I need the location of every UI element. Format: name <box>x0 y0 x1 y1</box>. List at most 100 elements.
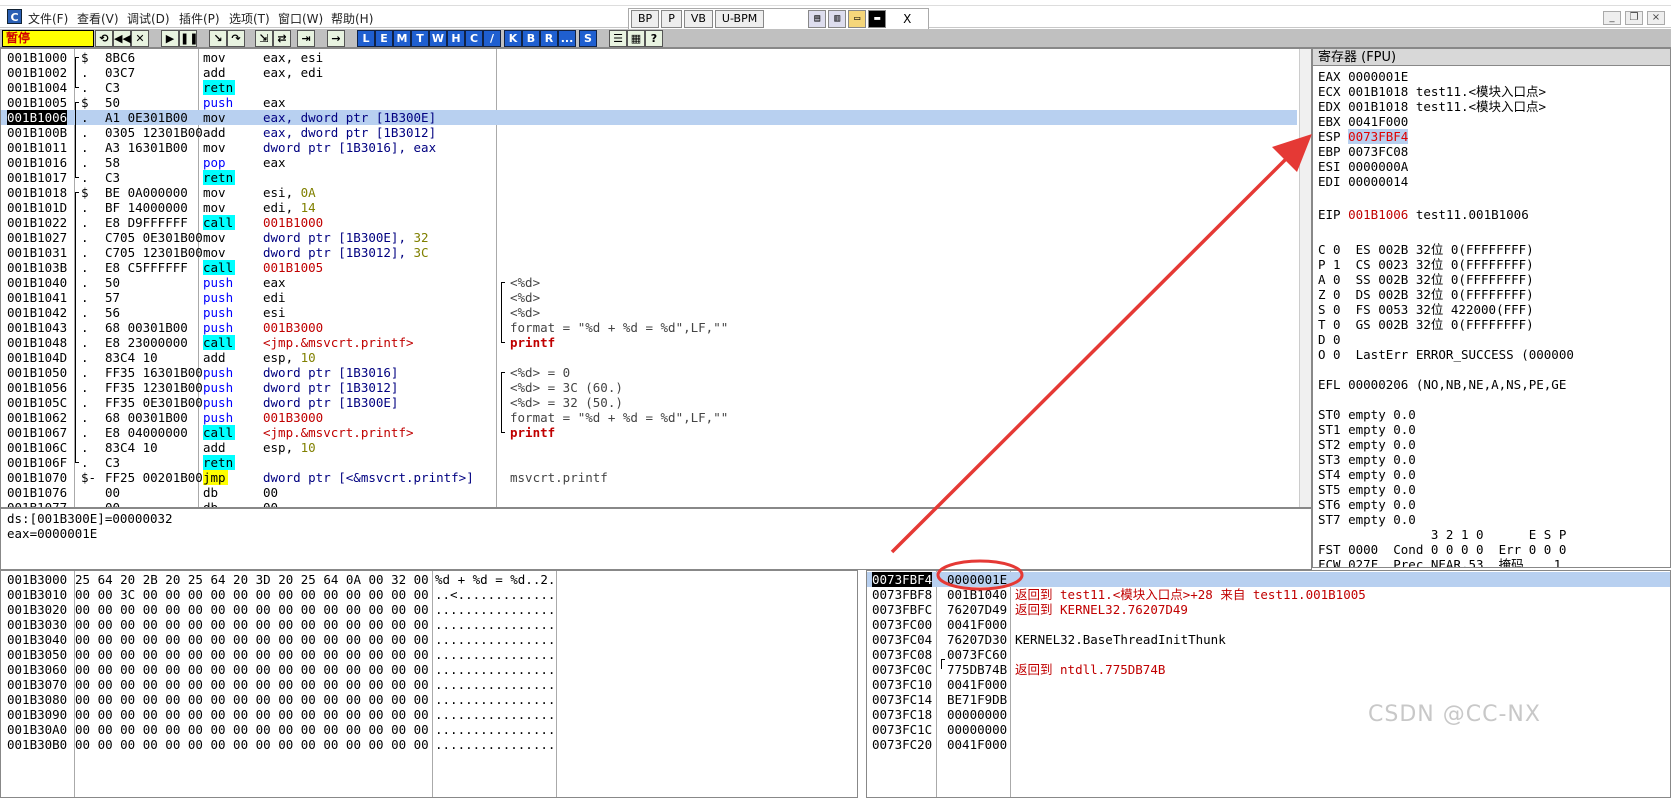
list-icon[interactable]: ☰ <box>609 30 627 47</box>
toolbar-letter-M[interactable]: M <box>393 30 411 47</box>
toolbar-letter-B[interactable]: B <box>522 30 540 47</box>
disasm-row[interactable]: 001B1004. C3 retn <box>1 80 1297 95</box>
disasm-row[interactable]: 001B101D. BF 14000000 mov edi, 14 <box>1 200 1297 215</box>
pause-icon[interactable]: ❚❚ <box>179 30 198 47</box>
disasm-row[interactable]: 001B1050. FF35 16301B00 push dword ptr [1B3… <box>1 365 1297 380</box>
stop-icon[interactable]: ✕ <box>131 30 149 47</box>
dump-row[interactable]: 001B3060 00 00 00 00 00 00 00 00 00 00 00… <box>1 662 857 677</box>
register-line[interactable]: 3 2 1 0 E S P <box>1318 527 1566 542</box>
close-icon[interactable]: × <box>1647 11 1665 25</box>
dump-row[interactable]: 001B3010 00 00 3C 00 00 00 00 00 00 00 00… <box>1 587 857 602</box>
disasm-row[interactable]: 001B1011. A3 16301B00 mov dword ptr [1B3016… <box>1 140 1297 155</box>
register-line[interactable]: EBP 0073FC08 <box>1318 144 1408 159</box>
grid-icon[interactable]: ▦ <box>627 30 645 47</box>
toolbar-letter-E[interactable]: E <box>375 30 393 47</box>
disasm-row[interactable]: 001B1041. 57 push edi <box>1 290 1297 305</box>
toolbar-letter-W[interactable]: W <box>429 30 447 47</box>
menu-file[interactable]: 文件(F) <box>28 10 68 27</box>
disasm-row[interactable]: 001B103B. E8 C5FFFFFF call 001B1005 <box>1 260 1297 275</box>
disasm-row[interactable]: 001B1022. E8 D9FFFFFF call 001B1000 <box>1 215 1297 230</box>
stack-pane[interactable]: 0073FBF4 0000001E 0073FBF8 001B1040 返回到 test… <box>866 570 1671 798</box>
disasm-row[interactable]: 001B1018 $ BE 0A000000 mov esi, 0A <box>1 185 1297 200</box>
register-line[interactable]: EDI 00000014 <box>1318 174 1408 189</box>
memory-dump-pane[interactable]: 001B3000 25 64 20 2B 20 25 64 20 3D 20 25… <box>0 570 858 798</box>
stack-row[interactable]: 0073FBFC 76207D49 返回到 KERNEL32.76207D49 <box>867 602 1670 617</box>
bp-button[interactable]: BP <box>631 10 660 28</box>
disasm-row[interactable]: 001B1000 $8BC6 mov eax, esi <box>1 50 1297 65</box>
menu-help[interactable]: 帮助(H) <box>331 10 373 27</box>
step-over-icon[interactable]: ↷ <box>227 30 245 47</box>
stack-row[interactable]: 0073FC00 0041F000 <box>867 617 1670 632</box>
toolbar-letter-C[interactable]: C <box>465 30 483 47</box>
stack-row[interactable]: 0073FC1C 00000000 <box>867 722 1670 737</box>
register-line[interactable]: ESP 0073FBF4 <box>1318 129 1409 144</box>
register-line[interactable]: FCW 027F Prec NEAR,53 掩码 1 <box>1318 557 1561 567</box>
register-line[interactable]: ST7 empty 0.0 <box>1318 512 1416 527</box>
open-icon[interactable]: ⟲ <box>95 30 113 47</box>
dump-row[interactable]: 001B3020 00 00 00 00 00 00 00 00 00 00 00… <box>1 602 857 617</box>
register-line[interactable]: EAX 0000001E <box>1318 69 1408 84</box>
disasm-row[interactable]: 001B1027. C705 0E301B00 mov dword ptr [1B30… <box>1 230 1297 245</box>
disasm-row[interactable]: 001B106C. 83C4 10 add esp, 10 <box>1 440 1297 455</box>
dump-row[interactable]: 001B3050 00 00 00 00 00 00 00 00 00 00 00… <box>1 647 857 662</box>
stack-row[interactable]: 0073FC08 0073FC60 <box>867 647 1670 662</box>
register-line[interactable]: ST3 empty 0.0 <box>1318 452 1416 467</box>
dump-row[interactable]: 001B3040 00 00 00 00 00 00 00 00 00 00 00… <box>1 632 857 647</box>
menu-debug[interactable]: 调试(D) <box>127 10 170 27</box>
dump-row[interactable]: 001B3030 00 00 00 00 00 00 00 00 00 00 00… <box>1 617 857 632</box>
menu-window[interactable]: 窗口(W) <box>278 10 323 27</box>
register-line[interactable]: D 0 <box>1318 332 1341 347</box>
execute-till-return-icon[interactable]: ⇥ <box>297 30 315 47</box>
stack-row[interactable]: 0073FC18 00000000 <box>867 707 1670 722</box>
disasm-scrollbar[interactable] <box>1299 49 1311 507</box>
register-line[interactable]: O 0 LastErr ERROR_SUCCESS (000000 <box>1318 347 1574 362</box>
toolbar-letter-H[interactable]: H <box>447 30 465 47</box>
register-line[interactable]: FST 0000 Cond 0 0 0 0 Err 0 0 0 <box>1318 542 1566 557</box>
disasm-row[interactable]: 001B105C. FF35 0E301B00 push dword ptr [1B3… <box>1 395 1297 410</box>
dump-row[interactable]: 001B3070 00 00 00 00 00 00 00 00 00 00 00… <box>1 677 857 692</box>
pane-splitter[interactable] <box>858 570 866 798</box>
menu-plugins[interactable]: 插件(P) <box>179 10 220 27</box>
register-line[interactable]: ECX 001B1018 test11.<模块入口点> <box>1318 84 1546 99</box>
register-line[interactable]: ST0 empty 0.0 <box>1318 407 1416 422</box>
dump-row[interactable]: 001B3080 00 00 00 00 00 00 00 00 00 00 00… <box>1 692 857 707</box>
register-line[interactable]: ST5 empty 0.0 <box>1318 482 1416 497</box>
disasm-row[interactable]: 001B100B. 0305 12301B00 add eax, dword ptr … <box>1 125 1297 140</box>
run-icon[interactable]: ▶ <box>161 30 179 47</box>
register-line[interactable]: P 1 CS 0023 32位 0(FFFFFFFF) <box>1318 257 1534 272</box>
vb-button[interactable]: VB <box>683 10 713 28</box>
stack-row[interactable]: 0073FC10 0041F000 <box>867 677 1670 692</box>
toolbar-letter-T[interactable]: T <box>411 30 429 47</box>
p-button[interactable]: P <box>661 10 682 28</box>
register-value[interactable]: 001B1006 <box>1348 207 1408 222</box>
register-line[interactable]: EDX 001B1018 test11.<模块入口点> <box>1318 99 1546 114</box>
disasm-row[interactable]: 001B1005 $50 push eax <box>1 95 1297 110</box>
disasm-row[interactable]: 001B1067. E8 04000000 call <jmp.&msvcrt.pri… <box>1 425 1297 440</box>
disassembly-pane[interactable]: 001B1000 $8BC6 mov eax, esi 001B1002. 03C7 add… <box>0 48 1312 508</box>
stack-row[interactable]: 0073FC04 76207D30 KERNEL32.BaseThreadInitT… <box>867 632 1670 647</box>
stack-row[interactable]: 0073FC20 0041F000 <box>867 737 1670 752</box>
register-line[interactable]: ST2 empty 0.0 <box>1318 437 1416 452</box>
disasm-row[interactable]: 001B1017. C3 retn <box>1 170 1297 185</box>
disasm-row[interactable]: 001B1048. E8 23000000 call <jmp.&msvcrt.pri… <box>1 335 1297 350</box>
registers-pane[interactable]: 寄存器 (FPU) EAX 0000001E ECX 001B1018 test1… <box>1312 48 1671 568</box>
toolbar-letter-R[interactable]: R <box>540 30 558 47</box>
toolbar-letter-L[interactable]: L <box>357 30 375 47</box>
stack-row[interactable]: 0073FC0C 775DB74B 返回到 ntdll.775DB74B <box>867 662 1670 677</box>
toolbar-letter-slash[interactable]: / <box>483 30 501 47</box>
document-icon[interactable]: ▥ <box>828 10 847 28</box>
register-line[interactable]: C 0 ES 002B 32位 0(FFFFFFFF) <box>1318 242 1534 257</box>
register-line[interactable]: ST4 empty 0.0 <box>1318 467 1416 482</box>
register-line[interactable]: ESI 0000000A <box>1318 159 1408 174</box>
dump-row[interactable]: 001B3000 25 64 20 2B 20 25 64 20 3D 20 25… <box>1 572 857 587</box>
rewind-icon[interactable]: ◀◀ <box>113 30 131 47</box>
disasm-row[interactable]: 001B104D. 83C4 10 add esp, 10 <box>1 350 1297 365</box>
toolbar-letter-dots[interactable]: ... <box>558 30 576 47</box>
register-line[interactable]: EBX 0041F000 <box>1318 114 1408 129</box>
register-line[interactable]: EIP 001B1006 test11.001B1006 <box>1318 207 1529 222</box>
dump-row[interactable]: 001B30B0 00 00 00 00 00 00 00 00 00 00 00… <box>1 737 857 752</box>
register-line[interactable]: T 0 GS 002B 32位 0(FFFFFFFF) <box>1318 317 1534 332</box>
disasm-row[interactable]: 001B1016. 58 pop eax <box>1 155 1297 170</box>
register-line[interactable]: A 0 SS 002B 32位 0(FFFFFFFF) <box>1318 272 1534 287</box>
restore-icon[interactable]: ❐ <box>1625 11 1643 25</box>
